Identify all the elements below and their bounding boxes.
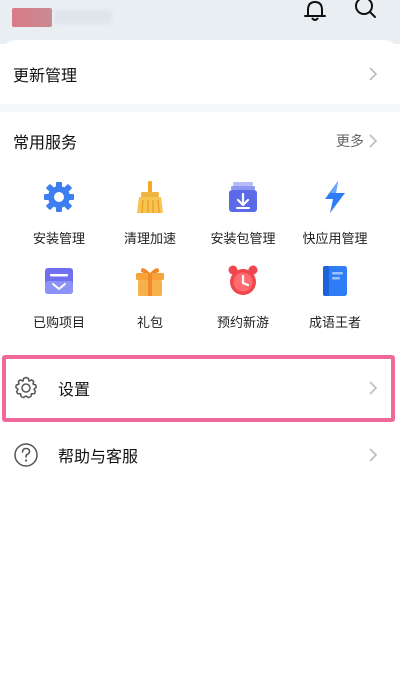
service-label: 快应用管理 [302,232,368,247]
settings-row[interactable]: 设置 [0,362,400,414]
gear-icon [44,182,74,212]
service-cleanup-speedup[interactable]: 清理加速 [105,180,195,247]
chevron-right-icon [369,67,378,81]
chevron-right-icon [369,381,378,395]
settings-label: 设置 [58,380,91,399]
question-circle-icon [14,443,38,467]
service-label: 清理加速 [123,232,176,247]
book-icon [323,266,347,296]
services-header: 常用服务 更多 [0,126,400,156]
section-divider [0,104,400,112]
top-bar [0,0,400,44]
service-label: 成语王者 [308,316,361,331]
service-package-management[interactable]: 安装包管理 [198,180,288,247]
service-idiom-king[interactable]: 成语王者 [290,264,380,331]
search-icon[interactable] [352,0,378,22]
broom-icon [137,181,163,214]
chevron-right-icon [369,448,378,462]
bell-icon[interactable] [302,0,328,22]
update-management-row[interactable]: 更新管理 [0,52,400,96]
package-icon [229,182,257,212]
username-placeholder [54,10,112,24]
chevron-right-icon[interactable] [368,133,378,149]
avatar[interactable] [12,8,52,27]
lightning-icon [325,181,345,213]
service-gift-pack[interactable]: 礼包 [105,264,195,331]
service-label: 安装包管理 [210,232,276,247]
purchased-tray-icon [45,268,73,294]
service-label: 预约新游 [216,316,269,331]
help-label: 帮助与客服 [58,447,139,466]
update-management-label: 更新管理 [13,66,78,85]
service-quick-app-management[interactable]: 快应用管理 [290,180,380,247]
gear-outline-icon [15,376,37,399]
help-customer-service-row[interactable]: 帮助与客服 [0,432,400,478]
service-purchased-items[interactable]: 已购项目 [14,264,104,331]
service-label: 已购项目 [32,316,85,331]
service-label: 安装管理 [32,232,85,247]
service-reserve-new-games[interactable]: 预约新游 [198,264,288,331]
service-install-management[interactable]: 安装管理 [14,180,104,247]
more-link[interactable]: 更多 [336,131,364,151]
alarm-clock-icon [228,265,258,295]
services-title: 常用服务 [13,133,78,152]
service-label: 礼包 [136,316,163,331]
gift-icon [136,268,164,296]
